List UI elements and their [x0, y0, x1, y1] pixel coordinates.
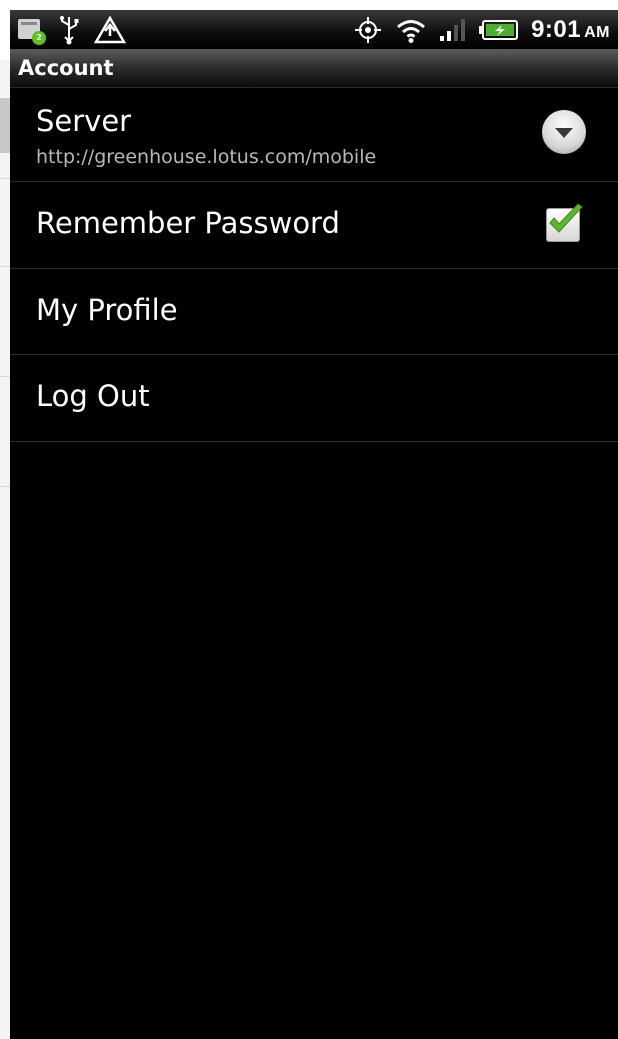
setting-subtitle: http://greenhouse.lotus.com/mobile — [36, 146, 377, 168]
gps-icon — [355, 17, 382, 43]
remember-password-checkbox[interactable] — [546, 203, 583, 242]
calendar-notification-icon[interactable]: 2 — [18, 17, 46, 45]
setting-title: My Profile — [36, 293, 178, 327]
background-app-divider — [0, 178, 10, 179]
setting-title: Server — [36, 104, 132, 138]
notification-count-badge: 2 — [32, 31, 46, 45]
warning-icon — [94, 15, 126, 44]
screen-header: Account — [10, 50, 618, 88]
battery-charging-icon — [479, 20, 519, 40]
dropdown-icon[interactable] — [542, 110, 586, 154]
setting-log-out[interactable]: Log Out — [10, 355, 618, 442]
setting-server[interactable]: Server http://greenhouse.lotus.com/mobil… — [10, 88, 618, 182]
background-app — [0, 60, 10, 1039]
status-bar: 2 9:01 AM — [10, 10, 618, 50]
status-bar-notifications: 2 — [18, 10, 126, 50]
setting-my-profile[interactable]: My Profile — [10, 269, 618, 355]
background-app-divider — [0, 486, 10, 487]
status-bar-system: 9:01 AM — [353, 10, 610, 50]
signal-icon — [440, 19, 466, 41]
background-app-divider — [0, 376, 10, 377]
setting-title: Log Out — [36, 379, 150, 413]
usb-icon — [60, 16, 79, 45]
wifi-icon — [397, 20, 426, 43]
checkmark-icon — [549, 203, 583, 233]
setting-remember-password[interactable]: Remember Password — [10, 182, 618, 269]
chevron-down-icon — [555, 128, 573, 138]
clock-ampm: AM — [584, 24, 610, 41]
clock-time: 9:01 — [531, 16, 582, 43]
screen-title: Account — [18, 56, 114, 80]
screen: 2 9:01 AM Account Server http://greenhou… — [0, 0, 618, 1039]
status-bar-clock: 9:01 AM — [531, 16, 610, 44]
setting-title: Remember Password — [36, 206, 340, 240]
background-app-band — [0, 98, 10, 153]
settings-panel: Account Server http://greenhouse.lotus.c… — [10, 50, 618, 1039]
background-app-divider — [0, 266, 10, 267]
